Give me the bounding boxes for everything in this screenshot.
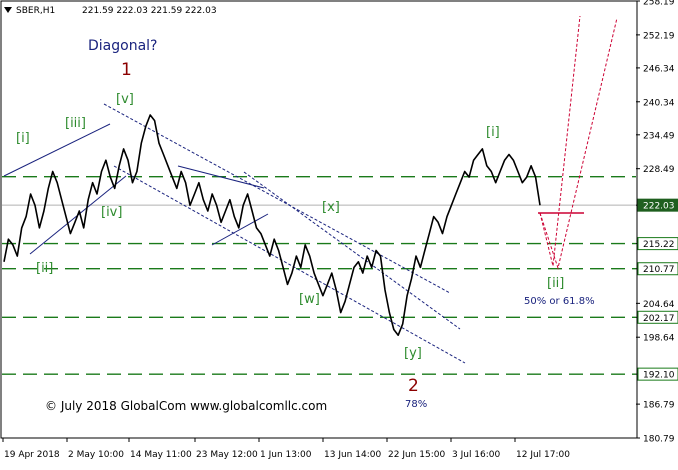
annotation-w: [w] <box>299 292 320 307</box>
price-tick-label: 240.34 <box>643 98 675 108</box>
projection-path-b <box>539 17 618 270</box>
price-tick-label: 228.49 <box>643 165 675 175</box>
ohlc-label: 221.59 222.03 221.59 222.03 <box>82 6 217 16</box>
annotation-retracement: 50% or 61.8% <box>524 296 595 307</box>
annotation-wave-1: 1 <box>121 60 132 80</box>
annotation-i-left: [i] <box>16 131 30 146</box>
price-tick-label: 198.64 <box>643 334 675 344</box>
time-tick-label: 3 Jul 16:00 <box>452 450 501 460</box>
channel-upper-line <box>103 103 451 294</box>
annotation-ii-right: [ii] <box>547 276 564 291</box>
annotation-ii-left: [ii] <box>36 261 53 276</box>
copyright-label: © July 2018 GlobalCom www.globalcomllc.c… <box>45 399 327 413</box>
annotation-y: [y] <box>404 346 422 361</box>
price-tick-label: 210.77 <box>643 265 675 275</box>
price-tick-label: 222.03 <box>643 202 675 212</box>
time-tick-label: 1 Jun 13:00 <box>260 450 312 460</box>
wave-guide-lines <box>3 103 466 364</box>
annotation-iii: [iii] <box>65 116 86 131</box>
time-tick-label: 2 May 10:00 <box>68 450 124 460</box>
price-tick-label: 192.10 <box>643 371 675 381</box>
annotation-x: [x] <box>322 200 340 215</box>
time-tick-label: 12 Jul 17:00 <box>516 450 570 460</box>
channel-lower-line <box>113 165 466 364</box>
price-tick-label: 204.64 <box>643 300 675 310</box>
price-series <box>3 114 541 337</box>
chart-window[interactable]: SBER,H1 221.59 222.03 221.59 222.03 Diag… <box>0 0 678 466</box>
time-tick-label: 19 Apr 2018 <box>4 450 60 460</box>
price-tick-label: 186.79 <box>643 401 675 411</box>
price-axis[interactable]: 258.19 252.19 246.34 240.34 234.49 228.49 222.… <box>636 0 678 445</box>
time-tick-label: 14 May 11:00 <box>130 450 192 460</box>
price-tick-label: 202.17 <box>643 314 675 324</box>
symbol-label: SBER,H1 <box>16 6 55 16</box>
price-tick-label: 215.22 <box>643 240 675 250</box>
projection-lines <box>538 15 618 270</box>
channel-mid-line <box>177 165 265 189</box>
support-resistance-levels <box>2 176 636 375</box>
annotation-wave-2: 2 <box>408 376 419 396</box>
dropdown-triangle-icon[interactable] <box>4 7 12 13</box>
price-chart[interactable]: SBER,H1 221.59 222.03 221.59 222.03 Diag… <box>0 0 678 466</box>
projection-path-a <box>539 15 581 267</box>
price-tick-label: 246.34 <box>643 64 675 74</box>
annotation-i-right: [i] <box>486 125 500 140</box>
time-tick-label: 23 May 12:00 <box>196 450 258 460</box>
price-tick-label: 258.19 <box>643 0 675 8</box>
price-line <box>3 114 541 337</box>
price-tick-label: 180.79 <box>643 435 675 445</box>
price-tick-label: 234.49 <box>643 131 675 141</box>
time-tick-label: 13 Jun 14:00 <box>324 450 381 460</box>
annotation-v: [v] <box>116 92 134 107</box>
annotation-wave-2-pct: 78% <box>405 399 427 410</box>
price-tick-label: 252.19 <box>643 31 675 41</box>
channel-mid-line <box>243 171 461 330</box>
time-tick-label: 22 Jun 15:00 <box>388 450 445 460</box>
annotation-iv: [iv] <box>101 205 122 220</box>
time-axis[interactable]: 19 Apr 2018 2 May 10:00 14 May 11:00 23 May… <box>2 438 570 460</box>
annotation-diagonal: Diagonal? <box>88 38 157 54</box>
